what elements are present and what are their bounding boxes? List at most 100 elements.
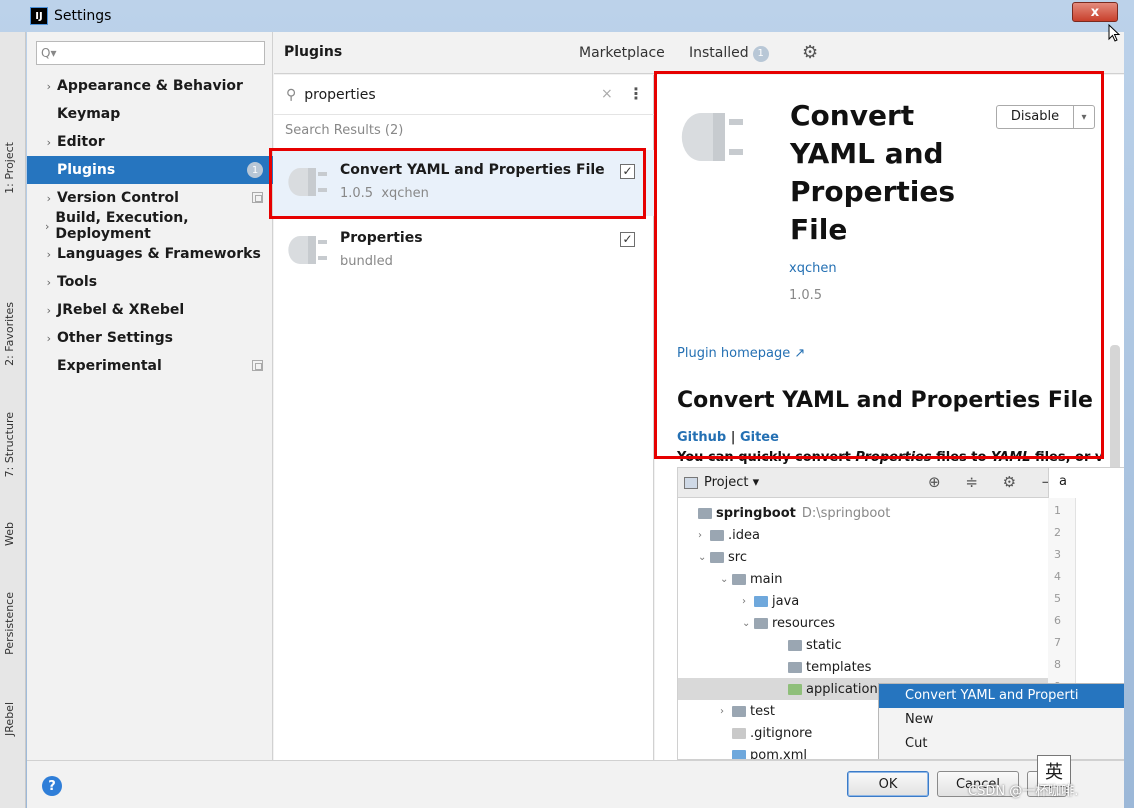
settings-dialog: Q▾ › Appearance & Behavior Keymap › Editor… bbox=[27, 32, 1124, 808]
tool-tab-persistence[interactable]: Persistence bbox=[3, 592, 16, 655]
plugin-detail-panel: Convert YAML and Properties File Disable… bbox=[655, 75, 1124, 760]
chevron-right-icon: › bbox=[46, 79, 51, 93]
settings-search-input[interactable]: Q▾ bbox=[36, 41, 265, 65]
settings-sidebar: Q▾ › Appearance & Behavior Keymap › Editor… bbox=[27, 32, 273, 760]
sidebar-item-jrebel[interactable]: › JRebel & XRebel bbox=[27, 296, 273, 324]
tree-label: java bbox=[772, 593, 800, 609]
sidebar-item-label: Build, Execution, Deployment bbox=[55, 210, 189, 242]
project-scope-icon bbox=[252, 360, 263, 371]
plugin-version: 1.0.5 bbox=[789, 288, 823, 303]
project-toolbar-icons: ⊕ ≑ ⚙ − bbox=[928, 473, 1064, 491]
tree-row: ⌄ main bbox=[678, 568, 1048, 590]
plugin-vendor-link[interactable]: xqchen bbox=[789, 261, 837, 276]
folder-icon bbox=[698, 507, 712, 519]
clear-search-icon[interactable]: × bbox=[601, 86, 613, 102]
tree-row: static bbox=[678, 634, 1048, 656]
sidebar-item-label: Keymap bbox=[57, 106, 121, 122]
chevron-right-icon: › bbox=[46, 191, 51, 205]
plugin-enabled-checkbox[interactable]: ✓ bbox=[620, 164, 635, 179]
tree-label: .idea bbox=[728, 527, 760, 543]
help-icon[interactable]: ? bbox=[42, 776, 62, 796]
sidebar-item-appearance[interactable]: › Appearance & Behavior bbox=[27, 72, 273, 100]
tree-twisty: ⌄ bbox=[698, 551, 707, 563]
tab-installed[interactable]: Installed 1 bbox=[689, 45, 769, 62]
gitee-link[interactable]: Gitee bbox=[740, 430, 779, 445]
search-icon: ⚲ bbox=[286, 86, 297, 103]
tree-label: templates bbox=[806, 659, 872, 675]
tree-label: src bbox=[728, 549, 747, 565]
tree-twisty: › bbox=[698, 529, 702, 541]
tree-row: ⌄ src bbox=[678, 546, 1048, 568]
window-frame: IJ Settings x 1: Project 2: Favorites 7:… bbox=[0, 0, 1134, 808]
github-link[interactable]: Github bbox=[677, 430, 726, 445]
line-number: 6 bbox=[1054, 614, 1061, 627]
tool-tab-web[interactable]: Web bbox=[3, 522, 16, 546]
chevron-down-icon: ▾ bbox=[752, 475, 760, 490]
mouse-cursor-icon bbox=[1108, 24, 1121, 42]
plugin-search-field[interactable]: ⚲ properties × ⋮ bbox=[274, 75, 654, 115]
plugin-name: Convert YAML and Properties File bbox=[340, 162, 605, 178]
plugin-meta: bundled bbox=[340, 254, 393, 269]
plugin-homepage-link[interactable]: Plugin homepage ↗ bbox=[677, 346, 805, 361]
window-title: Settings bbox=[54, 8, 112, 24]
chevron-down-icon[interactable]: ▾ bbox=[1074, 112, 1094, 123]
sidebar-item-experimental[interactable]: Experimental bbox=[27, 352, 273, 380]
plugin-row-convert-yaml[interactable]: Convert YAML and Properties File 1.0.5 x… bbox=[274, 150, 654, 216]
plugin-version: 1.0.5 bbox=[340, 186, 374, 201]
sidebar-item-label: Other Settings bbox=[57, 330, 173, 346]
maven-file-icon bbox=[732, 749, 746, 759]
plugin-name: Properties bbox=[340, 230, 423, 246]
plugins-header: Plugins Marketplace Installed 1 ⚙ bbox=[274, 32, 1124, 74]
sidebar-item-keymap[interactable]: Keymap bbox=[27, 100, 273, 128]
tool-tab-jrebel[interactable]: JRebel bbox=[3, 702, 16, 736]
tree-twisty: ⌄ bbox=[720, 573, 729, 585]
context-menu: Convert YAML and Properti New Cut bbox=[878, 683, 1124, 759]
disable-button[interactable]: Disable ▾ bbox=[996, 105, 1095, 129]
line-number: 7 bbox=[1054, 636, 1061, 649]
description-links: Github | Gitee bbox=[677, 430, 779, 445]
title-bar: IJ Settings x bbox=[0, 0, 1134, 32]
plugin-plug-icon bbox=[288, 168, 327, 196]
close-button[interactable]: x bbox=[1072, 2, 1118, 22]
tool-tab-project[interactable]: 1: Project bbox=[3, 142, 16, 194]
tree-row: › .idea bbox=[678, 524, 1048, 546]
more-options-icon[interactable]: ⋮ bbox=[628, 84, 644, 103]
tree-label: springboot bbox=[716, 505, 796, 521]
ok-button[interactable]: OK bbox=[847, 771, 929, 797]
installed-badge: 1 bbox=[752, 46, 769, 62]
file-icon bbox=[732, 727, 746, 739]
editor-tab-label: a bbox=[1059, 474, 1067, 489]
tree-twisty: › bbox=[742, 595, 746, 607]
sidebar-item-editor[interactable]: › Editor bbox=[27, 128, 273, 156]
tool-tab-favorites[interactable]: 2: Favorites bbox=[3, 302, 16, 366]
line-number: 3 bbox=[1054, 548, 1061, 561]
plugin-enabled-checkbox[interactable]: ✓ bbox=[620, 232, 635, 247]
active-tab-indicator bbox=[676, 71, 780, 74]
plugin-row-properties[interactable]: Properties bundled ✓ bbox=[274, 218, 654, 284]
tab-marketplace[interactable]: Marketplace bbox=[579, 45, 665, 61]
tool-tab-structure[interactable]: 7: Structure bbox=[3, 412, 16, 477]
sidebar-item-build[interactable]: › Build, Execution, Deployment bbox=[27, 210, 273, 242]
project-title: Project ▾ bbox=[704, 475, 759, 490]
sidebar-item-other-settings[interactable]: › Other Settings bbox=[27, 324, 273, 352]
sidebar-item-tools[interactable]: › Tools bbox=[27, 268, 273, 296]
folder-icon bbox=[732, 573, 746, 585]
plugin-search-input[interactable]: properties bbox=[304, 87, 375, 103]
sidebar-item-plugins[interactable]: Plugins 1 bbox=[27, 156, 273, 184]
plugin-vendor: xqchen bbox=[381, 186, 429, 201]
sidebar-item-label: Tools bbox=[57, 274, 98, 290]
gear-icon[interactable]: ⚙ bbox=[802, 42, 818, 63]
chevron-right-icon: › bbox=[46, 275, 51, 289]
editor-tab: a bbox=[1048, 468, 1124, 498]
project-title-label: Project bbox=[704, 475, 749, 490]
tree-twisty: ⌄ bbox=[742, 617, 751, 629]
dialog-footer: ? OK Cancel A bbox=[27, 760, 1124, 808]
sidebar-item-label: Languages & Frameworks bbox=[57, 246, 261, 262]
chevron-right-icon: › bbox=[46, 331, 51, 345]
chevron-right-icon: › bbox=[46, 247, 51, 261]
line-number: 5 bbox=[1054, 592, 1061, 605]
tree-row: › java bbox=[678, 590, 1048, 612]
sidebar-item-languages[interactable]: › Languages & Frameworks bbox=[27, 240, 273, 268]
folder-icon bbox=[710, 529, 724, 541]
sidebar-item-version-control[interactable]: › Version Control bbox=[27, 184, 273, 212]
